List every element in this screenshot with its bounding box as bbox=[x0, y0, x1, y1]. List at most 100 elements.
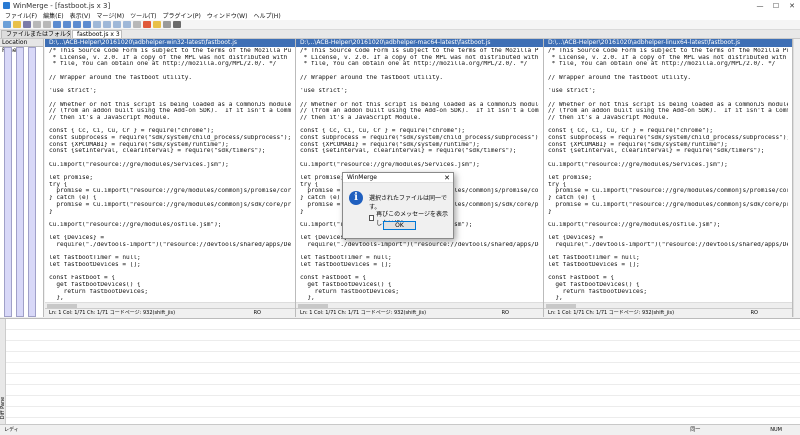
file-path-left: D:\...\ACB-Helper\20161020\adbhelper-win… bbox=[45, 39, 295, 47]
pane-status-text: Ln: 1 Col: 1/71 Ch: 1/71 コードページ: 932(shi… bbox=[548, 310, 675, 316]
maximize-icon[interactable]: ☐ bbox=[768, 2, 784, 10]
code-line: 'use strict'; bbox=[49, 88, 97, 95]
code-line: const { Cc, Ci, Cu, Cr } = require("chro… bbox=[49, 128, 215, 135]
options-icon[interactable] bbox=[143, 21, 151, 28]
filter-icon[interactable] bbox=[163, 21, 171, 28]
diff-pane-label: Diff Pane bbox=[0, 396, 7, 420]
status-bar: レディ 同一 NUM bbox=[0, 424, 800, 434]
location-bar-middle[interactable] bbox=[16, 47, 24, 317]
code-line: } bbox=[49, 208, 53, 215]
minimize-icon[interactable]: — bbox=[752, 2, 768, 10]
code-line: let {Devices} = bbox=[548, 235, 604, 242]
undo-icon[interactable] bbox=[33, 21, 41, 28]
code-line: 'use strict'; bbox=[548, 88, 596, 95]
copy-all-left-icon[interactable] bbox=[123, 21, 131, 28]
code-line: * License, v. 2.0. If a copy of the MPL … bbox=[548, 54, 788, 61]
menu-plugins[interactable]: プラグイン(P) bbox=[160, 11, 204, 20]
code-line: } catch (e) { bbox=[548, 195, 596, 202]
code-line: Cu.import("resource://gre/modules/osfile… bbox=[548, 221, 721, 228]
copy-left-icon[interactable] bbox=[103, 21, 111, 28]
menu-window[interactable]: ウィンドウ(W) bbox=[204, 11, 251, 20]
close-icon[interactable]: ✕ bbox=[784, 2, 800, 10]
ok-button[interactable]: OK bbox=[383, 221, 416, 230]
code-line: // (from an addon built using the Add-on… bbox=[300, 108, 539, 115]
code-line: try { bbox=[49, 181, 68, 188]
code-line: const {setInterval, clearInterval} = req… bbox=[548, 148, 765, 155]
copy-all-right-icon[interactable] bbox=[113, 21, 121, 28]
code-line: let fastbootTimer = null; bbox=[548, 255, 640, 262]
save-icon[interactable] bbox=[23, 21, 31, 28]
status-ready: レディ bbox=[4, 427, 19, 433]
menu-merge[interactable]: マージ(M) bbox=[93, 11, 127, 20]
code-line: * file, You can obtain one at http://moz… bbox=[300, 61, 528, 68]
window-title: WinMerge - [fastboot.js x 3] bbox=[13, 1, 111, 10]
location-bar-left[interactable] bbox=[4, 47, 12, 317]
menu-tools[interactable]: ツール(T) bbox=[127, 11, 159, 20]
tab-fastboot[interactable]: fastboot.js x 3 bbox=[72, 30, 122, 38]
code-line: const subprocess = require("sdk/system/c… bbox=[300, 134, 539, 141]
location-bar-right[interactable] bbox=[28, 47, 36, 317]
dialog-close-icon[interactable]: ✕ bbox=[441, 173, 453, 182]
prev-diff-icon[interactable] bbox=[63, 21, 71, 28]
tab-select-files[interactable]: ファイルまたはフォルダの選択... bbox=[1, 30, 71, 38]
menu-edit[interactable]: 編集(E) bbox=[40, 11, 66, 20]
code-line: require("./devtools-import")("resource:/… bbox=[307, 241, 539, 248]
code-line: * file, You can obtain one at http://moz… bbox=[49, 61, 277, 68]
tab-bar: ファイルまたはフォルダの選択... fastboot.js x 3 bbox=[0, 30, 800, 39]
new-icon[interactable] bbox=[3, 21, 11, 28]
code-line: get fastbootDevices() { bbox=[49, 282, 141, 289]
next-diff-icon[interactable] bbox=[53, 21, 61, 28]
readonly-indicator: RO bbox=[501, 310, 509, 316]
winmerge-app-icon bbox=[3, 2, 10, 9]
code-line: // Whether or not this script is being l… bbox=[49, 101, 291, 108]
redo-icon[interactable] bbox=[43, 21, 51, 28]
pane-status-text: Ln: 1 Col: 1/71 Ch: 1/71 コードページ: 932(shi… bbox=[49, 310, 176, 316]
file-pane-left[interactable]: D:\...\ACB-Helper\20161020\adbhelper-win… bbox=[45, 39, 296, 317]
menu-help[interactable]: ヘルプ(H) bbox=[250, 11, 283, 20]
folder-icon[interactable] bbox=[153, 21, 161, 28]
last-diff-icon[interactable] bbox=[83, 21, 91, 28]
code-line: const {XPCOMABI} = require("sdk/system/r… bbox=[300, 141, 480, 148]
code-line: 'use strict'; bbox=[300, 88, 348, 95]
menu-file[interactable]: ファイル(F) bbox=[2, 11, 40, 20]
copy-right-icon[interactable] bbox=[93, 21, 101, 28]
file-pane-right[interactable]: D:\...\ACB-Helper\20161020\adbhelper-lin… bbox=[544, 39, 793, 317]
location-pane-label: Location Pane bbox=[0, 39, 43, 54]
code-line: const {XPCOMABI} = require("sdk/system/r… bbox=[548, 141, 728, 148]
code-line: } bbox=[548, 208, 552, 215]
print-icon[interactable] bbox=[173, 21, 181, 28]
code-line: * License, v. 2.0. If a copy of the MPL … bbox=[300, 54, 539, 61]
vertical-scrollbar[interactable] bbox=[793, 39, 800, 317]
open-icon[interactable] bbox=[13, 21, 21, 28]
code-line: return fastbootDevices; bbox=[300, 288, 400, 295]
code-line: const Fastboot = { bbox=[49, 275, 116, 282]
menu-view[interactable]: 表示(V) bbox=[67, 11, 94, 20]
status-identical: 同一 bbox=[690, 427, 701, 433]
code-line: /* This Source Code Form is subject to t… bbox=[49, 48, 291, 54]
code-line: /* This Source Code Form is subject to t… bbox=[300, 48, 539, 54]
code-view-left[interactable]: /* This Source Code Form is subject to t… bbox=[45, 47, 295, 310]
pane-status-text: Ln: 1 Col: 1/71 Ch: 1/71 コードページ: 932(shi… bbox=[300, 310, 427, 316]
code-view-right[interactable]: /* This Source Code Form is subject to t… bbox=[544, 47, 792, 310]
readonly-indicator: RO bbox=[750, 310, 758, 316]
code-line: return fastbootDevices; bbox=[548, 288, 648, 295]
first-diff-icon[interactable] bbox=[73, 21, 81, 28]
refresh-icon[interactable] bbox=[133, 21, 141, 28]
code-line: * file, You can obtain one at http://moz… bbox=[548, 61, 776, 68]
code-line: const {setInterval, clearInterval} = req… bbox=[300, 148, 517, 155]
code-line: promise = Cu.import("resource://gre/modu… bbox=[56, 188, 291, 195]
checkbox-box[interactable] bbox=[369, 215, 375, 221]
